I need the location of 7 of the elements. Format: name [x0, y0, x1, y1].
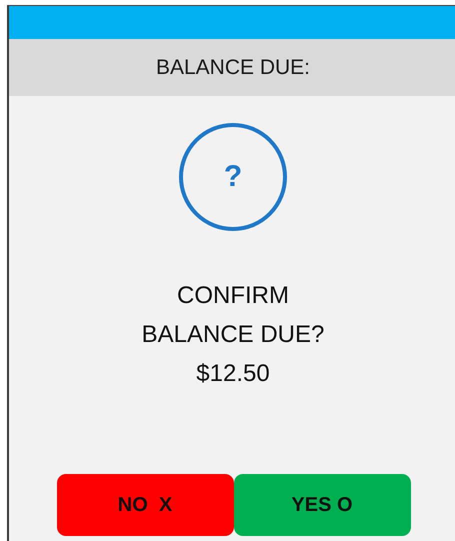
- message-line: $12.50: [195, 359, 271, 389]
- message-line: BALANCE DUE?: [142, 320, 324, 350]
- header-title: BALANCE DUE:: [156, 56, 310, 80]
- question-icon: ?: [179, 123, 287, 231]
- message-line: CONFIRM: [176, 281, 290, 311]
- yes-button[interactable]: YES O: [234, 474, 410, 536]
- no-button[interactable]: NO X: [56, 474, 234, 536]
